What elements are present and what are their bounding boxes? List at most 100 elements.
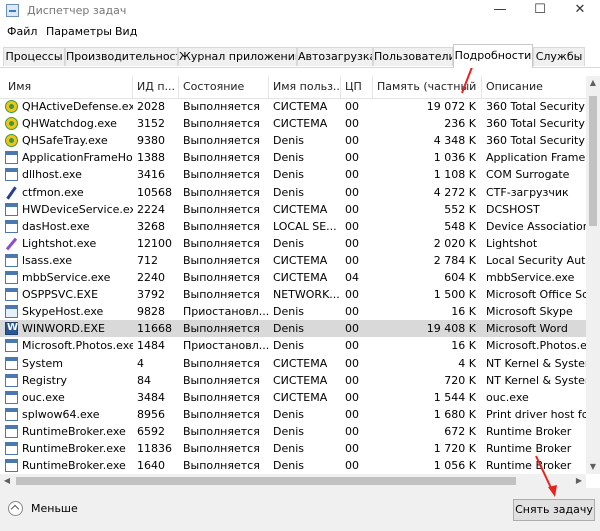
cell-state: Выполняется xyxy=(183,356,260,370)
table-row[interactable]: dasHost.exe 3268 Выполняется LOCAL SE... 00 5… xyxy=(0,218,586,235)
tab-performance[interactable]: Производительность xyxy=(65,47,178,66)
end-task-button[interactable]: Снять задачу xyxy=(513,499,595,521)
horizontal-scrollbar[interactable]: ◀ ▶ xyxy=(0,474,586,488)
table-row[interactable]: ctfmon.exe 10568 Выполняется Denis 00 4 272 K… xyxy=(0,184,586,201)
cell-mem: 16 K xyxy=(451,305,476,319)
table-row[interactable]: lsass.exe 712 Выполняется СИСТЕМА 00 2 784 K L… xyxy=(0,252,586,269)
menu-view[interactable]: Вид xyxy=(115,25,137,38)
table-row[interactable]: dllhost.exe 3416 Выполняется Denis 00 1 108 K… xyxy=(0,166,586,183)
table-row[interactable]: RuntimeBroker.exe 6592 Выполняется Denis 00 6… xyxy=(0,423,586,440)
cell-user: Denis xyxy=(273,459,304,473)
cell-user: Denis xyxy=(273,407,304,421)
window-title: Диспетчер задач xyxy=(27,4,127,17)
scroll-left-icon[interactable]: ◀ xyxy=(0,474,14,488)
column-user[interactable]: Имя польз... xyxy=(269,76,341,98)
table-row[interactable]: RuntimeBroker.exe 11836 Выполняется Denis 00… xyxy=(0,440,586,457)
scroll-up-icon[interactable]: ▲ xyxy=(586,76,600,90)
cell-pid: 9828 xyxy=(137,305,165,319)
cell-cpu: 00 xyxy=(345,202,359,216)
column-name[interactable]: Имя xyxy=(0,76,133,98)
tab-services[interactable]: Службы xyxy=(533,47,585,66)
cell-mem: 19 408 K xyxy=(426,322,476,336)
cell-mem: 672 K xyxy=(444,424,476,438)
details-table: Имя ИД п... Состояние Имя польз... ЦП Па… xyxy=(0,76,586,474)
cell-cpu: 00 xyxy=(345,459,359,473)
cell-desc: Runtime Broker xyxy=(486,424,572,438)
cell-state: Выполняется xyxy=(183,151,260,165)
column-state[interactable]: Состояние xyxy=(179,76,269,98)
column-description[interactable]: Описание xyxy=(482,76,586,98)
column-memory[interactable]: Память (частный ... xyxy=(373,76,482,98)
cell-name: WINWORD.EXE xyxy=(22,322,105,336)
cell-name: splwow64.exe xyxy=(22,407,100,421)
cell-name: QHActiveDefense.exe xyxy=(22,100,133,113)
table-row[interactable]: mbbService.exe 2240 Выполняется СИСТЕМА 04 60… xyxy=(0,269,586,286)
cell-desc: Microsoft Word xyxy=(486,322,568,336)
cell-state: Выполняется xyxy=(183,253,260,267)
menu-options[interactable]: Параметры xyxy=(46,25,112,38)
table-row[interactable]: RuntimeBroker.exe 1640 Выполняется Denis 00 1… xyxy=(0,457,586,474)
table-row[interactable]: SkypeHost.exe 9828 Приостановл... Denis 00 16… xyxy=(0,303,586,320)
scroll-right-icon[interactable]: ▶ xyxy=(572,474,586,488)
vertical-scroll-thumb[interactable] xyxy=(589,96,597,226)
cell-user: СИСТЕМА xyxy=(273,117,328,131)
scroll-down-icon[interactable]: ▼ xyxy=(586,460,600,474)
cell-state: Приостановл... xyxy=(183,305,269,319)
table-row[interactable]: WINWORD.EXE 11668 Выполняется Denis 00 19 408… xyxy=(0,320,586,338)
cell-mem: 1 500 K xyxy=(433,288,476,302)
table-header: Имя ИД п... Состояние Имя польз... ЦП Па… xyxy=(0,76,586,99)
horizontal-scroll-thumb[interactable] xyxy=(16,477,516,485)
cell-pid: 3152 xyxy=(137,117,165,131)
menu-bar: Файл Параметры Вид xyxy=(0,22,600,42)
cell-name: lsass.exe xyxy=(22,253,72,267)
tab-app-history[interactable]: Журнал приложений xyxy=(178,47,297,66)
table-row[interactable]: splwow64.exe 8956 Выполняется Denis 00 1 680 … xyxy=(0,406,586,423)
cell-state: Выполняется xyxy=(183,117,260,131)
table-row[interactable]: System 4 Выполняется СИСТЕМА 00 4 K NT Kernel … xyxy=(0,355,586,372)
cell-state: Выполняется xyxy=(183,134,260,148)
cell-state: Выполняется xyxy=(183,407,260,421)
menu-file[interactable]: Файл xyxy=(7,25,37,38)
minimize-button[interactable]: — xyxy=(480,0,520,22)
table-row[interactable]: QHSafeTray.exe 9380 Выполняется Denis 00 4 34… xyxy=(0,132,586,149)
cell-user: СИСТЕМА xyxy=(273,202,328,216)
fewer-details-link[interactable]: Меньше xyxy=(31,502,78,515)
close-button[interactable]: ✕ xyxy=(560,0,600,22)
cell-cpu: 04 xyxy=(345,271,359,284)
cell-mem: 552 K xyxy=(444,202,476,216)
cell-name: dasHost.exe xyxy=(22,219,90,233)
cell-cpu: 00 xyxy=(345,236,359,250)
cell-desc: 360 Total Security xyxy=(486,117,585,131)
cell-desc: ouc.exe xyxy=(486,390,529,404)
table-row[interactable]: Microsoft.Photos.exe 1484 Приостановл... De… xyxy=(0,337,586,354)
cell-state: Выполняется xyxy=(183,288,260,302)
tab-processes[interactable]: Процессы xyxy=(3,47,65,66)
column-cpu[interactable]: ЦП xyxy=(341,76,373,98)
cell-mem: 548 K xyxy=(444,219,476,233)
table-row[interactable]: Registry 84 Выполняется СИСТЕМА 00 720 K NT Ke… xyxy=(0,372,586,389)
tab-startup[interactable]: Автозагрузка xyxy=(297,47,373,66)
table-row[interactable]: Lightshot.exe 12100 Выполняется Denis 00 2 02… xyxy=(0,235,586,252)
table-row[interactable]: ApplicationFrameHo... 1388 Выполняется Deni… xyxy=(0,149,586,166)
table-row[interactable]: QHWatchdog.exe 3152 Выполняется СИСТЕМА 00 23… xyxy=(0,115,586,132)
table-row[interactable]: HWDeviceService.exe 2224 Выполняется СИСТЕМ… xyxy=(0,201,586,218)
cell-name: mbbService.exe xyxy=(22,271,111,284)
cell-desc: 360 Total Security xyxy=(486,134,585,148)
cell-pid: 8956 xyxy=(137,407,165,421)
chevron-up-icon[interactable] xyxy=(8,501,23,516)
vertical-scrollbar[interactable]: ▲ ▼ xyxy=(586,76,600,474)
tab-details[interactable]: Подробности xyxy=(453,44,533,68)
cell-pid: 11668 xyxy=(137,322,172,336)
column-pid[interactable]: ИД п... xyxy=(133,76,179,98)
cell-name: dllhost.exe xyxy=(22,168,82,182)
cell-cpu: 00 xyxy=(345,442,359,455)
tab-users[interactable]: Пользователи xyxy=(373,47,453,66)
cell-user: Denis xyxy=(273,322,304,336)
cell-user: СИСТЕМА xyxy=(273,271,328,284)
cell-cpu: 00 xyxy=(345,288,359,302)
cell-pid: 12100 xyxy=(137,236,172,250)
table-row[interactable]: OSPPSVC.EXE 3792 Выполняется NETWORK... 00 1 … xyxy=(0,286,586,303)
table-row[interactable]: ouc.exe 3484 Выполняется СИСТЕМА 00 1 544 K ou… xyxy=(0,389,586,406)
maximize-button[interactable]: ☐ xyxy=(520,0,560,22)
table-row[interactable]: QHActiveDefense.exe 2028 Выполняется СИСТЕМ… xyxy=(0,98,586,115)
